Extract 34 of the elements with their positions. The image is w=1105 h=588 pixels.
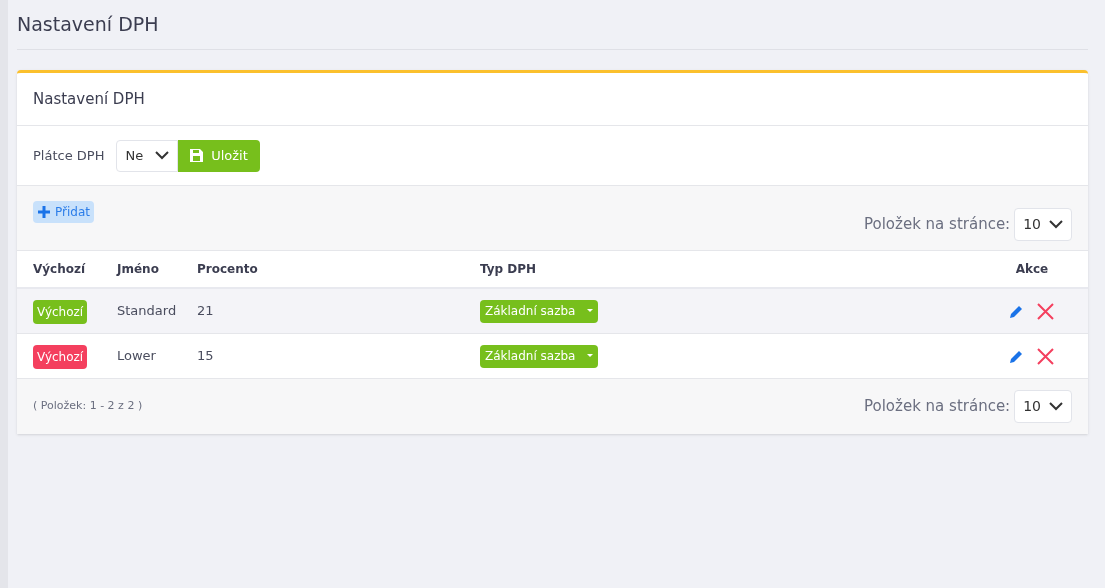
chevron-down-icon bbox=[1049, 220, 1063, 229]
card-title: Nastavení DPH bbox=[33, 88, 145, 110]
caret-icon bbox=[587, 354, 594, 358]
column-header: Typ DPH bbox=[480, 261, 538, 278]
column-header: Akce bbox=[1014, 261, 1050, 278]
name-cell-text: Standard bbox=[117, 302, 178, 321]
add-button[interactable]: Přidat bbox=[33, 201, 94, 223]
percent-cell-text: 21 bbox=[197, 302, 215, 321]
pencil-icon[interactable] bbox=[1010, 349, 1023, 363]
column-header: Procento bbox=[197, 261, 259, 278]
save-button[interactable]: Uložit bbox=[178, 139, 260, 172]
page-title: Nastavení DPH bbox=[17, 12, 159, 38]
page-size-select[interactable]: 10 bbox=[1014, 390, 1072, 423]
chevron-down-icon bbox=[155, 151, 170, 160]
default-badge: Výchozí bbox=[33, 299, 88, 324]
default-badge: Výchozí bbox=[33, 344, 88, 369]
name-cell-text: Lower bbox=[117, 347, 157, 366]
page-size-label: Položek na stránce: bbox=[864, 396, 1011, 418]
pencil-icon[interactable] bbox=[1010, 304, 1023, 318]
delete-icon[interactable] bbox=[1037, 302, 1054, 320]
vat-type-dropdown[interactable]: Základní sazba bbox=[480, 299, 599, 323]
delete-icon[interactable] bbox=[1037, 347, 1054, 365]
vat-type-dropdown[interactable]: Základní sazba bbox=[480, 344, 599, 368]
column-header: Výchozí bbox=[33, 261, 87, 278]
page-size-select[interactable]: 10 bbox=[1014, 208, 1072, 241]
chevron-down-icon bbox=[1049, 402, 1063, 411]
caret-icon bbox=[587, 309, 594, 313]
plus-icon bbox=[37, 205, 51, 219]
vat-payer-label: Plátce DPH bbox=[33, 146, 105, 165]
column-header: Jméno bbox=[117, 261, 160, 278]
items-summary: ( Položek: 1 - 2 z 2 ) bbox=[33, 398, 143, 415]
page-size-label: Položek na stránce: bbox=[864, 214, 1011, 236]
vat-payer-select[interactable]: Ne bbox=[116, 139, 179, 172]
percent-cell-text: 15 bbox=[197, 347, 215, 366]
